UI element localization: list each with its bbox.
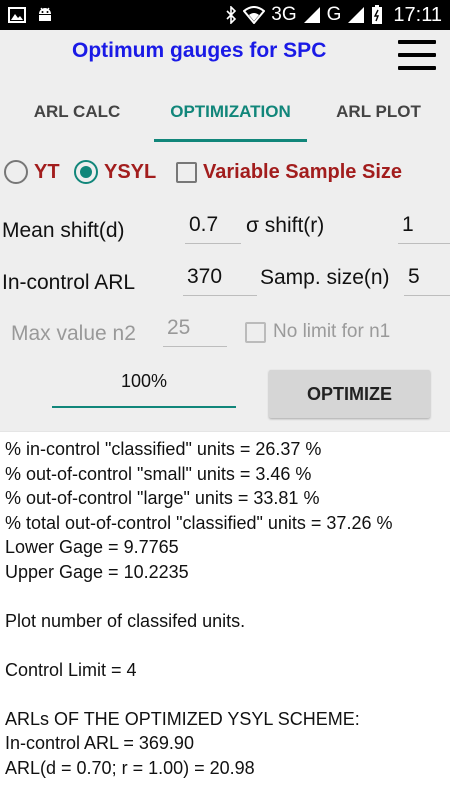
- app-title: Optimum gauges for SPC: [72, 39, 327, 62]
- result-line: Upper Gage = 10.2235: [5, 561, 189, 582]
- result-line: [5, 633, 450, 658]
- no-limit-n1-label: No limit for n1: [273, 321, 391, 342]
- result-line: Control Limit = 4: [5, 659, 137, 680]
- result-line: % out-of-control "large" units = 33.81 %: [5, 488, 320, 508]
- checkbox-icon: [245, 321, 266, 343]
- result-line: % total out-of-control "classified" unit…: [5, 512, 393, 533]
- image-icon: [8, 7, 26, 23]
- bluetooth-icon: [225, 6, 237, 24]
- samp-size-input[interactable]: 5: [404, 262, 450, 296]
- app-bar: Optimum gauges for SPC: [0, 30, 450, 80]
- result-line: [5, 584, 450, 609]
- tab-optimization[interactable]: OPTIMIZATION: [154, 80, 307, 144]
- result-line: [5, 682, 450, 707]
- tab-arl-calc[interactable]: ARL CALC: [0, 80, 154, 144]
- clock: 17:11: [393, 3, 442, 26]
- signal-icon: [303, 6, 321, 24]
- radio-yt[interactable]: YT: [4, 160, 60, 184]
- variable-sample-size-label: Variable Sample Size: [203, 161, 402, 183]
- in-control-arl-label: In-control ARL: [2, 271, 136, 294]
- result-line: % in-control "classified" units = 26.37 …: [5, 439, 322, 459]
- result-line: ARL(d = 0.70; r = 1.00) = 20.98: [5, 757, 255, 778]
- result-line: % out-of-control "small" units = 3.46 %: [5, 463, 312, 484]
- battery-icon: [371, 5, 383, 25]
- in-control-arl-input[interactable]: 370: [183, 262, 257, 296]
- tab-arl-plot[interactable]: ARL PLOT: [307, 80, 450, 144]
- network-3g-label: 3G: [271, 4, 297, 25]
- result-line: Lower Gage = 9.7765: [5, 537, 179, 557]
- radio-yt-label: YT: [34, 160, 60, 183]
- radio-circle: [74, 160, 98, 184]
- max-n2-input[interactable]: 25: [163, 313, 227, 347]
- result-line: In-control ARL = 369.90: [5, 733, 194, 753]
- radio-ysyl-label: YSYL: [104, 160, 157, 183]
- max-n2-label: Max value n2: [11, 322, 136, 345]
- optimize-button[interactable]: OPTIMIZE: [269, 370, 430, 418]
- active-tab-indicator: [154, 139, 307, 142]
- sigma-shift-input[interactable]: 1: [398, 210, 450, 244]
- hamburger-menu-icon[interactable]: [396, 38, 438, 72]
- samp-size-label: Samp. size(n): [260, 266, 390, 289]
- scheme-options: YT YSYL Variable Sample Size: [0, 155, 450, 189]
- result-line: Plot number of classifed units.: [5, 610, 246, 631]
- network-g-label: G: [326, 4, 342, 25]
- results-panel: % in-control "classified" units = 26.37 …: [0, 431, 450, 800]
- checkbox-icon: [176, 162, 197, 183]
- mean-shift-label: Mean shift(d): [2, 219, 125, 242]
- mean-shift-input[interactable]: 0.7: [185, 210, 241, 244]
- status-bar: 3G G 17:11: [0, 0, 450, 30]
- radio-circle: [4, 160, 28, 184]
- radio-ysyl[interactable]: YSYL: [74, 160, 156, 184]
- variable-sample-size-checkbox[interactable]: Variable Sample Size: [176, 161, 402, 184]
- android-icon: [36, 6, 54, 24]
- wifi-icon: [243, 6, 266, 24]
- sigma-shift-label: σ shift(r): [246, 214, 325, 237]
- tab-bar: ARL CALC OPTIMIZATION ARL PLOT: [0, 80, 450, 144]
- signal-icon: [347, 6, 365, 24]
- result-line: ARLs OF THE OPTIMIZED YSYL SCHEME:: [5, 708, 360, 729]
- no-limit-n1-checkbox[interactable]: No limit for n1: [245, 321, 390, 343]
- percent-input[interactable]: 100%: [52, 362, 236, 408]
